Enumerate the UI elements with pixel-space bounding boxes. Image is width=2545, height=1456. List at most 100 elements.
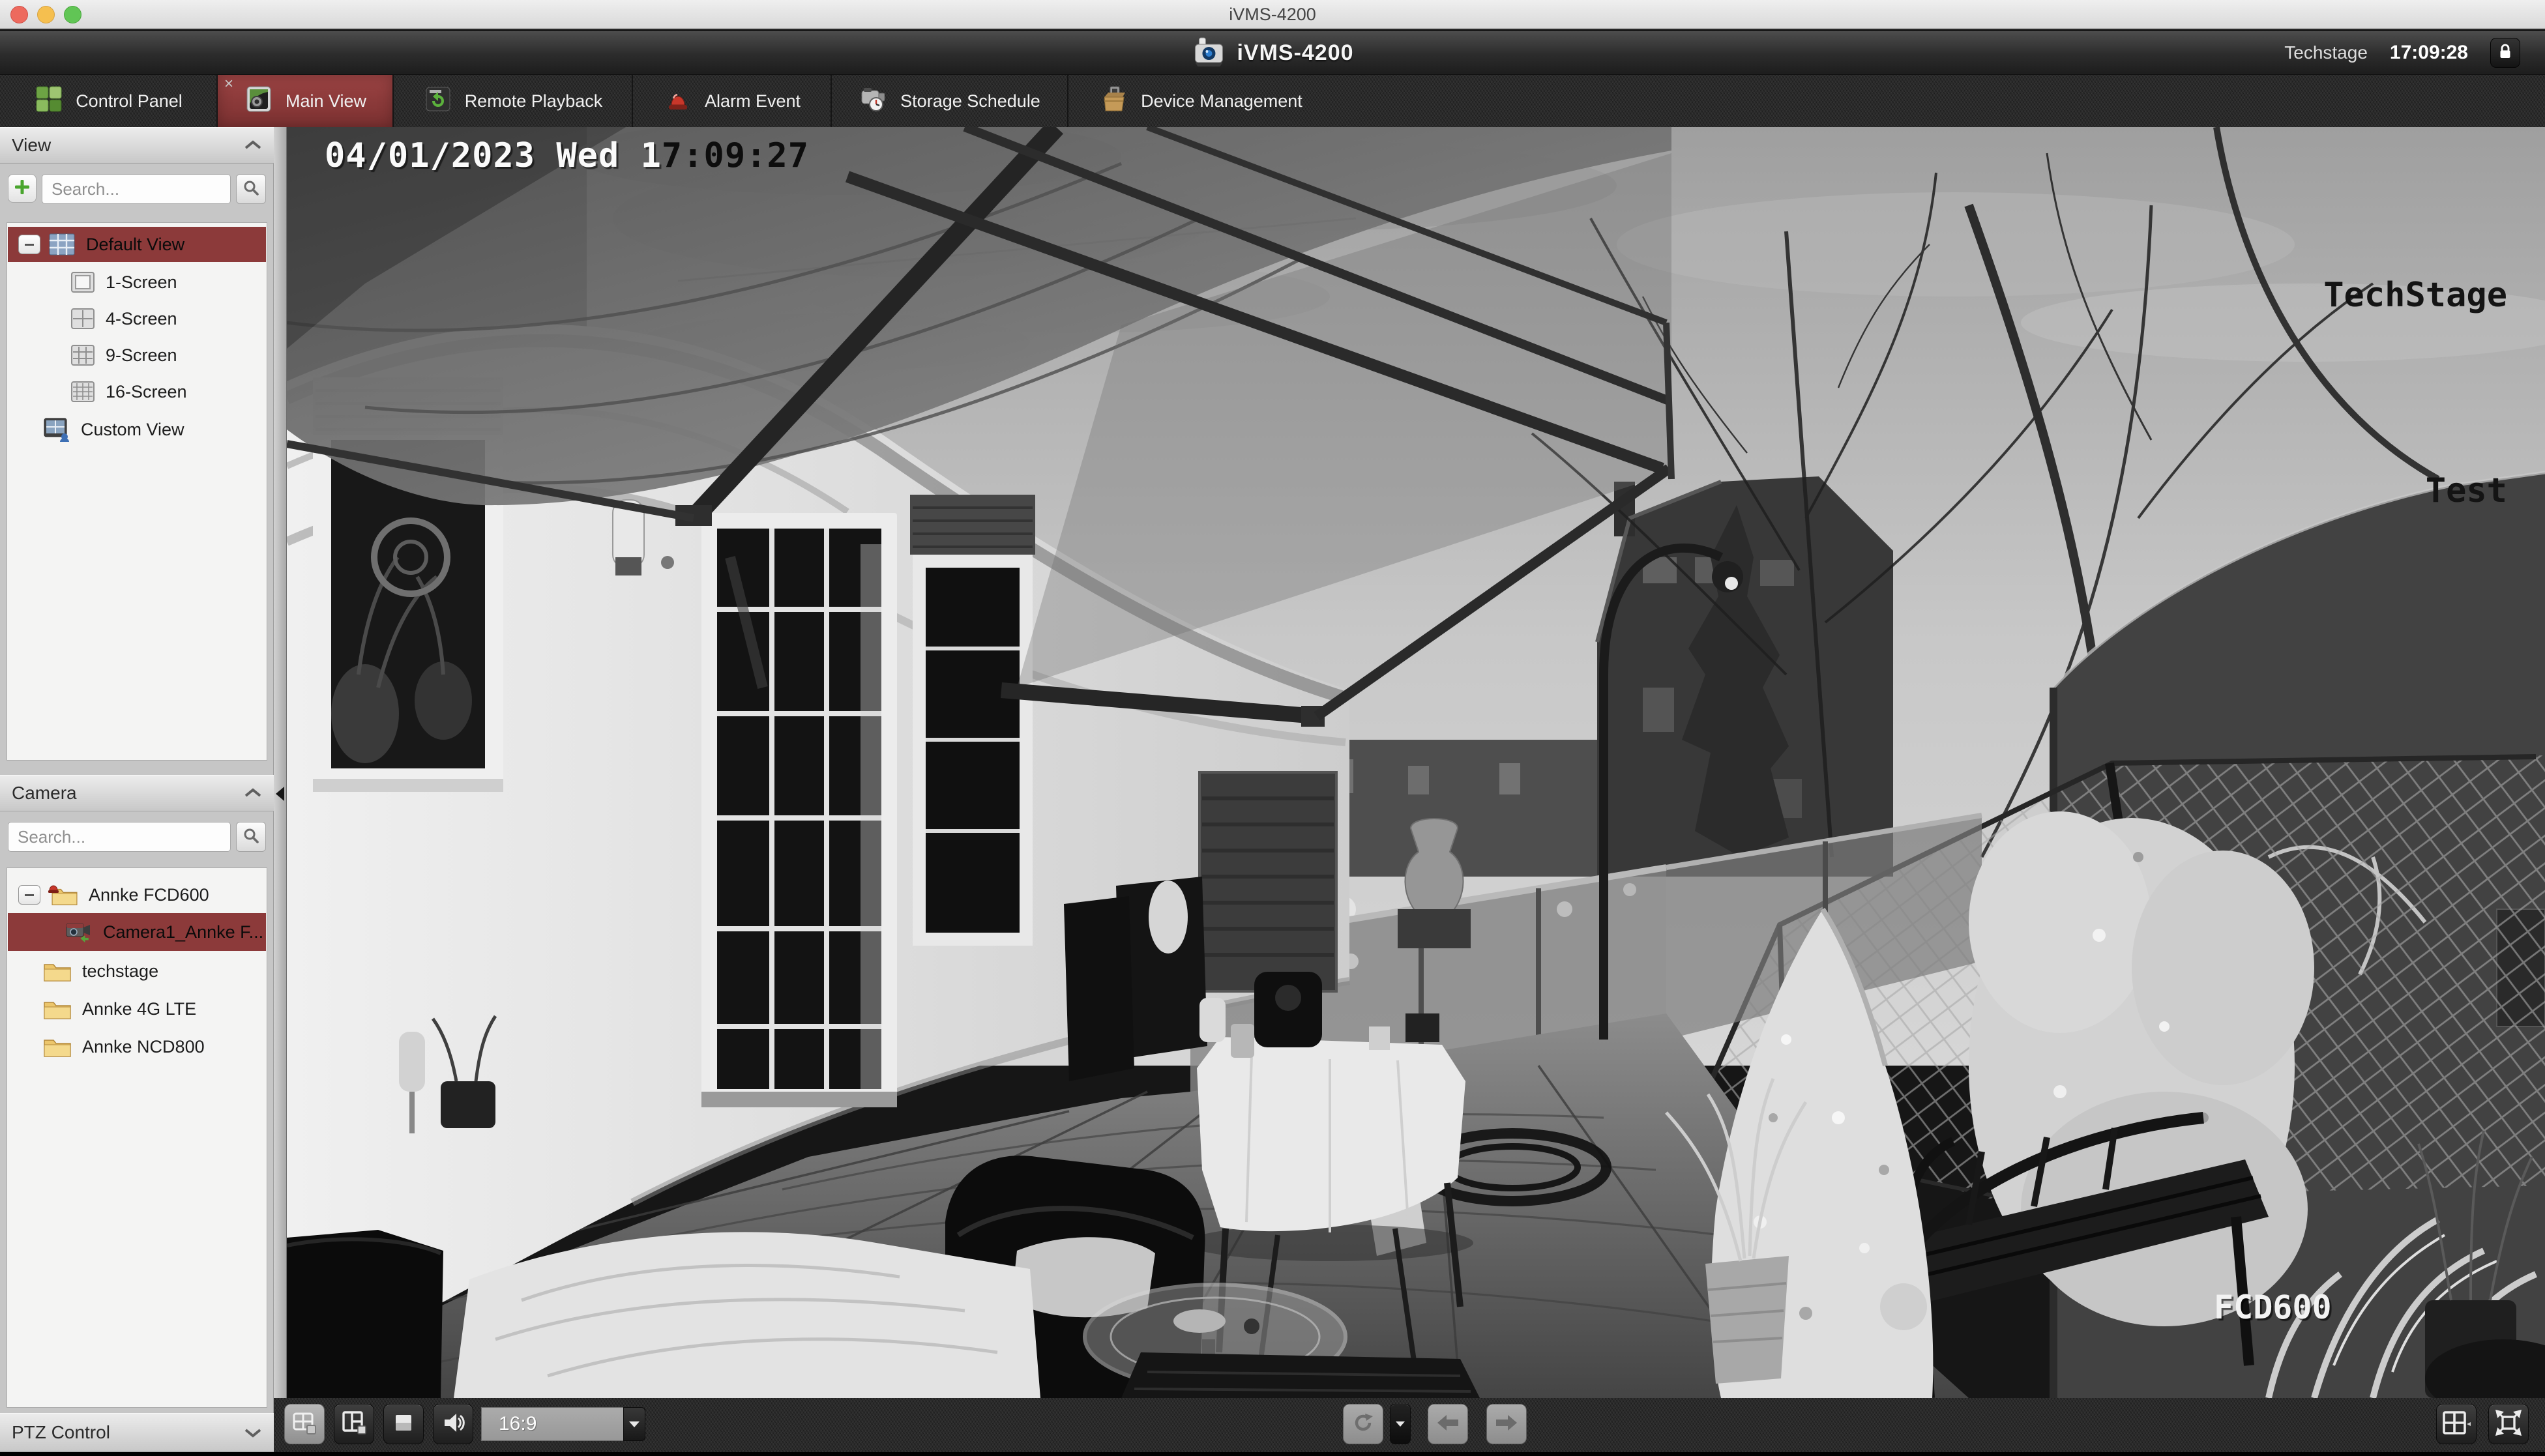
prev-icon bbox=[1435, 1410, 1461, 1439]
save-view-button[interactable] bbox=[284, 1404, 325, 1444]
window-division-icon bbox=[341, 1410, 367, 1439]
sidebar-splitter[interactable] bbox=[274, 127, 287, 1398]
folder-icon bbox=[43, 960, 72, 982]
ptz-panel-header[interactable]: PTZ Control bbox=[0, 1413, 274, 1452]
tree-item-label: 4-Screen bbox=[106, 309, 177, 329]
main-tab-bar: Control Panel × Main View Remote Playbac… bbox=[0, 75, 2545, 127]
screen-division-button[interactable] bbox=[2436, 1404, 2477, 1444]
main-view-icon bbox=[244, 84, 274, 119]
tree-item-16-screen[interactable]: 16-Screen bbox=[8, 374, 266, 409]
app-title: iVMS-4200 bbox=[1237, 40, 1353, 66]
tree-item-label: Camera1_Annke F... bbox=[103, 922, 263, 942]
tab-storage-schedule[interactable]: Storage Schedule bbox=[832, 75, 1067, 127]
aspect-ratio-dropdown-button[interactable] bbox=[623, 1407, 645, 1441]
tab-label: Main View bbox=[286, 91, 366, 111]
tree-item-label: Custom View bbox=[81, 420, 184, 440]
tab-control-panel[interactable]: Control Panel bbox=[0, 75, 216, 127]
view-panel-header[interactable]: View bbox=[0, 127, 274, 164]
cycle-live-view-button[interactable] bbox=[1343, 1404, 1383, 1444]
lock-icon bbox=[2495, 42, 2515, 65]
fullscreen-button[interactable] bbox=[2488, 1404, 2529, 1444]
camera-device-icon bbox=[64, 920, 93, 944]
camera-search-input[interactable] bbox=[8, 822, 231, 852]
camera-scene-graphic bbox=[287, 127, 2545, 1398]
collapse-icon[interactable] bbox=[244, 139, 262, 151]
camera-tree: Annke FCD600 Camera1_Annke F... techstag… bbox=[7, 867, 267, 1408]
folder-icon bbox=[43, 998, 72, 1020]
tab-device-management[interactable]: Device Management bbox=[1068, 75, 1333, 127]
camera-panel-header[interactable]: Camera bbox=[0, 775, 274, 811]
app-logo-camera-icon bbox=[1191, 34, 1226, 72]
screen-1-icon bbox=[70, 271, 95, 293]
tree-item-label: Annke 4G LTE bbox=[82, 999, 196, 1019]
camera-item-techstage[interactable]: techstage bbox=[8, 954, 266, 989]
screen-9-icon bbox=[70, 344, 95, 366]
app-header: iVMS-4200 Techstage 17:09:28 bbox=[0, 31, 2545, 75]
tab-main-view[interactable]: × Main View bbox=[218, 75, 392, 127]
collapse-icon[interactable] bbox=[244, 787, 262, 799]
live-view-tile[interactable]: 04/01/2023 Wed 17:09:27 TechStage Test F… bbox=[287, 127, 2545, 1398]
tab-label: Alarm Event bbox=[705, 91, 801, 111]
tree-item-label: Annke NCD800 bbox=[82, 1037, 205, 1057]
macos-titlebar: iVMS-4200 bbox=[0, 0, 2545, 29]
tree-item-4-screen[interactable]: 4-Screen bbox=[8, 301, 266, 336]
save-view-icon bbox=[291, 1410, 317, 1439]
tab-label: Remote Playback bbox=[465, 91, 603, 111]
camera-item-camera1[interactable]: Camera1_Annke F... bbox=[8, 913, 266, 951]
window-division-button[interactable] bbox=[334, 1404, 374, 1444]
tree-item-default-view[interactable]: Default View bbox=[8, 227, 266, 262]
tree-item-1-screen[interactable]: 1-Screen bbox=[8, 265, 266, 300]
next-page-button[interactable] bbox=[1486, 1404, 1527, 1444]
aspect-dropdown-icon bbox=[1396, 1421, 1405, 1427]
collapse-node-icon[interactable] bbox=[18, 885, 40, 905]
camera-item-annke-fcd600[interactable]: Annke FCD600 bbox=[8, 877, 266, 912]
camera-item-annke-4g-lte[interactable]: Annke 4G LTE bbox=[8, 991, 266, 1026]
screen-16-icon bbox=[70, 381, 95, 403]
view-search-input[interactable] bbox=[42, 174, 231, 204]
expand-icon[interactable] bbox=[244, 1427, 262, 1438]
add-view-icon bbox=[14, 179, 31, 199]
tree-item-label: 9-Screen bbox=[106, 345, 177, 366]
next-icon bbox=[1493, 1410, 1520, 1439]
custom-view-icon bbox=[43, 417, 70, 442]
liveview-toolbar: 16:9 bbox=[274, 1398, 2545, 1452]
view-search-row bbox=[0, 164, 274, 216]
ptz-panel-title: PTZ Control bbox=[12, 1422, 110, 1443]
view-search-button[interactable] bbox=[236, 174, 266, 204]
tree-item-label: techstage bbox=[82, 961, 158, 982]
device-management-icon bbox=[1099, 84, 1129, 119]
camera-item-annke-ncd800[interactable]: Annke NCD800 bbox=[8, 1029, 266, 1064]
alarm-event-icon bbox=[663, 84, 693, 119]
audio-icon bbox=[441, 1410, 465, 1438]
window-title: iVMS-4200 bbox=[0, 5, 2545, 25]
tree-item-label: Annke FCD600 bbox=[89, 885, 209, 905]
tree-item-custom-view[interactable]: Custom View bbox=[8, 412, 266, 447]
folder-alarm-icon bbox=[48, 882, 78, 907]
previous-page-button[interactable] bbox=[1428, 1404, 1468, 1444]
close-tab-icon[interactable]: × bbox=[224, 76, 233, 92]
osd-camera-label: FCD600 bbox=[2214, 1289, 2332, 1326]
cycle-dropdown-button[interactable] bbox=[1390, 1404, 1411, 1444]
tab-remote-playback[interactable]: Remote Playback bbox=[394, 75, 632, 127]
control-panel-icon bbox=[34, 84, 64, 119]
remote-playback-icon bbox=[423, 84, 453, 119]
collapse-node-icon[interactable] bbox=[18, 235, 40, 254]
fullscreen-icon bbox=[2495, 1409, 2522, 1440]
stop-all-button[interactable] bbox=[383, 1404, 424, 1444]
aspect-ratio-value: 16:9 bbox=[499, 1413, 537, 1435]
panel-collapse-icon[interactable] bbox=[276, 787, 284, 801]
tab-label: Device Management bbox=[1141, 91, 1302, 111]
osd-watermark-line1: TechStage bbox=[2323, 263, 2507, 328]
aspect-ratio-select[interactable]: 16:9 bbox=[481, 1407, 623, 1441]
audio-button[interactable] bbox=[433, 1404, 473, 1444]
logged-in-user[interactable]: Techstage bbox=[2284, 42, 2368, 63]
tab-alarm-event[interactable]: Alarm Event bbox=[633, 75, 831, 127]
storage-schedule-icon bbox=[859, 84, 889, 119]
camera-search-button[interactable] bbox=[236, 822, 266, 852]
add-view-button[interactable] bbox=[8, 174, 37, 203]
aspect-dropdown-icon bbox=[629, 1421, 640, 1427]
tree-item-9-screen[interactable]: 9-Screen bbox=[8, 338, 266, 373]
search-icon bbox=[243, 827, 259, 847]
lock-button[interactable] bbox=[2490, 38, 2520, 68]
header-clock: 17:09:28 bbox=[2390, 42, 2468, 64]
